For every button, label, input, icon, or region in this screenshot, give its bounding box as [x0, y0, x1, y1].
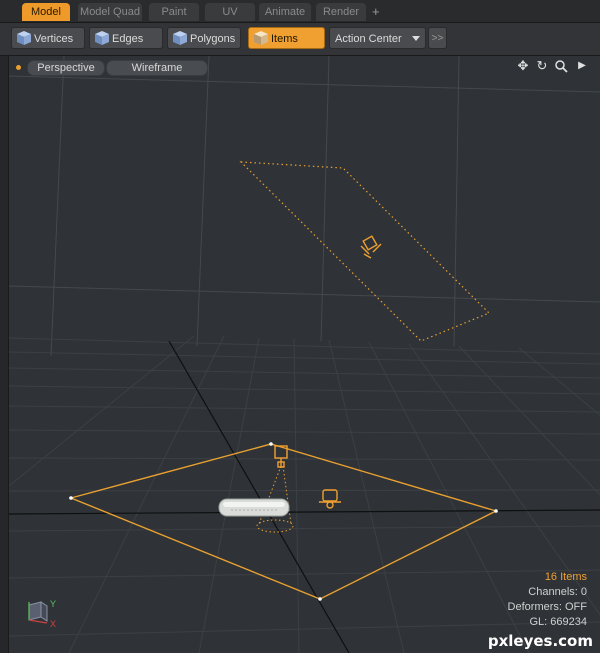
edges-button[interactable]: Edges [89, 27, 163, 49]
layout-tab-bar: Model Model Quad Paint UV Animate Render… [0, 0, 600, 23]
action-center-dropdown[interactable]: Action Center [329, 27, 426, 49]
viewport-options-dot[interactable] [16, 65, 21, 70]
cube-icon [95, 31, 109, 45]
zoom-icon[interactable] [554, 59, 568, 73]
cube-icon [17, 31, 31, 45]
tab-animate[interactable]: Animate [259, 3, 311, 21]
cube-icon [173, 31, 187, 45]
play-icon[interactable]: ▶ [575, 59, 589, 73]
tab-uv[interactable]: UV [205, 3, 255, 21]
gl-count: GL: 669234 [529, 616, 588, 628]
channels-count: Channels: 0 [528, 586, 587, 598]
tab-render[interactable]: Render [316, 3, 366, 21]
polygons-button[interactable]: Polygons [167, 27, 241, 49]
selection-toolbar: Vertices Edges Polygons Items Action Cen… [0, 23, 600, 56]
axis-x-label: X [50, 619, 56, 629]
wireframe-button[interactable]: Wireframe [106, 60, 208, 76]
mesh-object [218, 498, 290, 517]
add-tab-button[interactable]: + [372, 3, 380, 21]
scene-stats: 16 Items Channels: 0 Deformers: OFF GL: … [508, 570, 587, 630]
chevron-down-icon [412, 36, 420, 41]
camera-icon [319, 489, 341, 509]
rotate-icon[interactable]: ↻ [535, 59, 549, 73]
cube-icon [254, 31, 268, 45]
tab-model[interactable]: Model [22, 3, 70, 21]
edges-label: Edges [112, 33, 144, 45]
spotlight-icon [274, 445, 288, 468]
light-icon [360, 235, 382, 259]
move-icon[interactable]: ✥ [516, 59, 530, 73]
left-edge-strip [0, 56, 8, 653]
polygons-label: Polygons [190, 33, 236, 45]
items-count: 16 Items [544, 571, 587, 583]
items-label: Items [271, 33, 298, 45]
tab-paint[interactable]: Paint [149, 3, 199, 21]
items-button[interactable]: Items [248, 27, 325, 49]
scene-wireframe [9, 56, 600, 653]
deformers-status: Deformers: OFF [507, 601, 587, 613]
axis-gizmo: Y X [28, 599, 56, 629]
vertices-button[interactable]: Vertices [11, 27, 85, 49]
more-tools-button[interactable]: >> [428, 27, 447, 49]
action-center-label: Action Center [335, 33, 402, 45]
watermark: pxleyes.com [487, 632, 593, 650]
3d-viewport[interactable]: Perspective Wireframe ✥ ↻ ▶ Y X 16 Items… [8, 56, 600, 653]
tab-model-quad[interactable]: Model Quad [78, 3, 142, 21]
perspective-button[interactable]: Perspective [27, 60, 105, 76]
axis-y-label: Y [50, 599, 56, 609]
vertices-label: Vertices [34, 33, 74, 45]
